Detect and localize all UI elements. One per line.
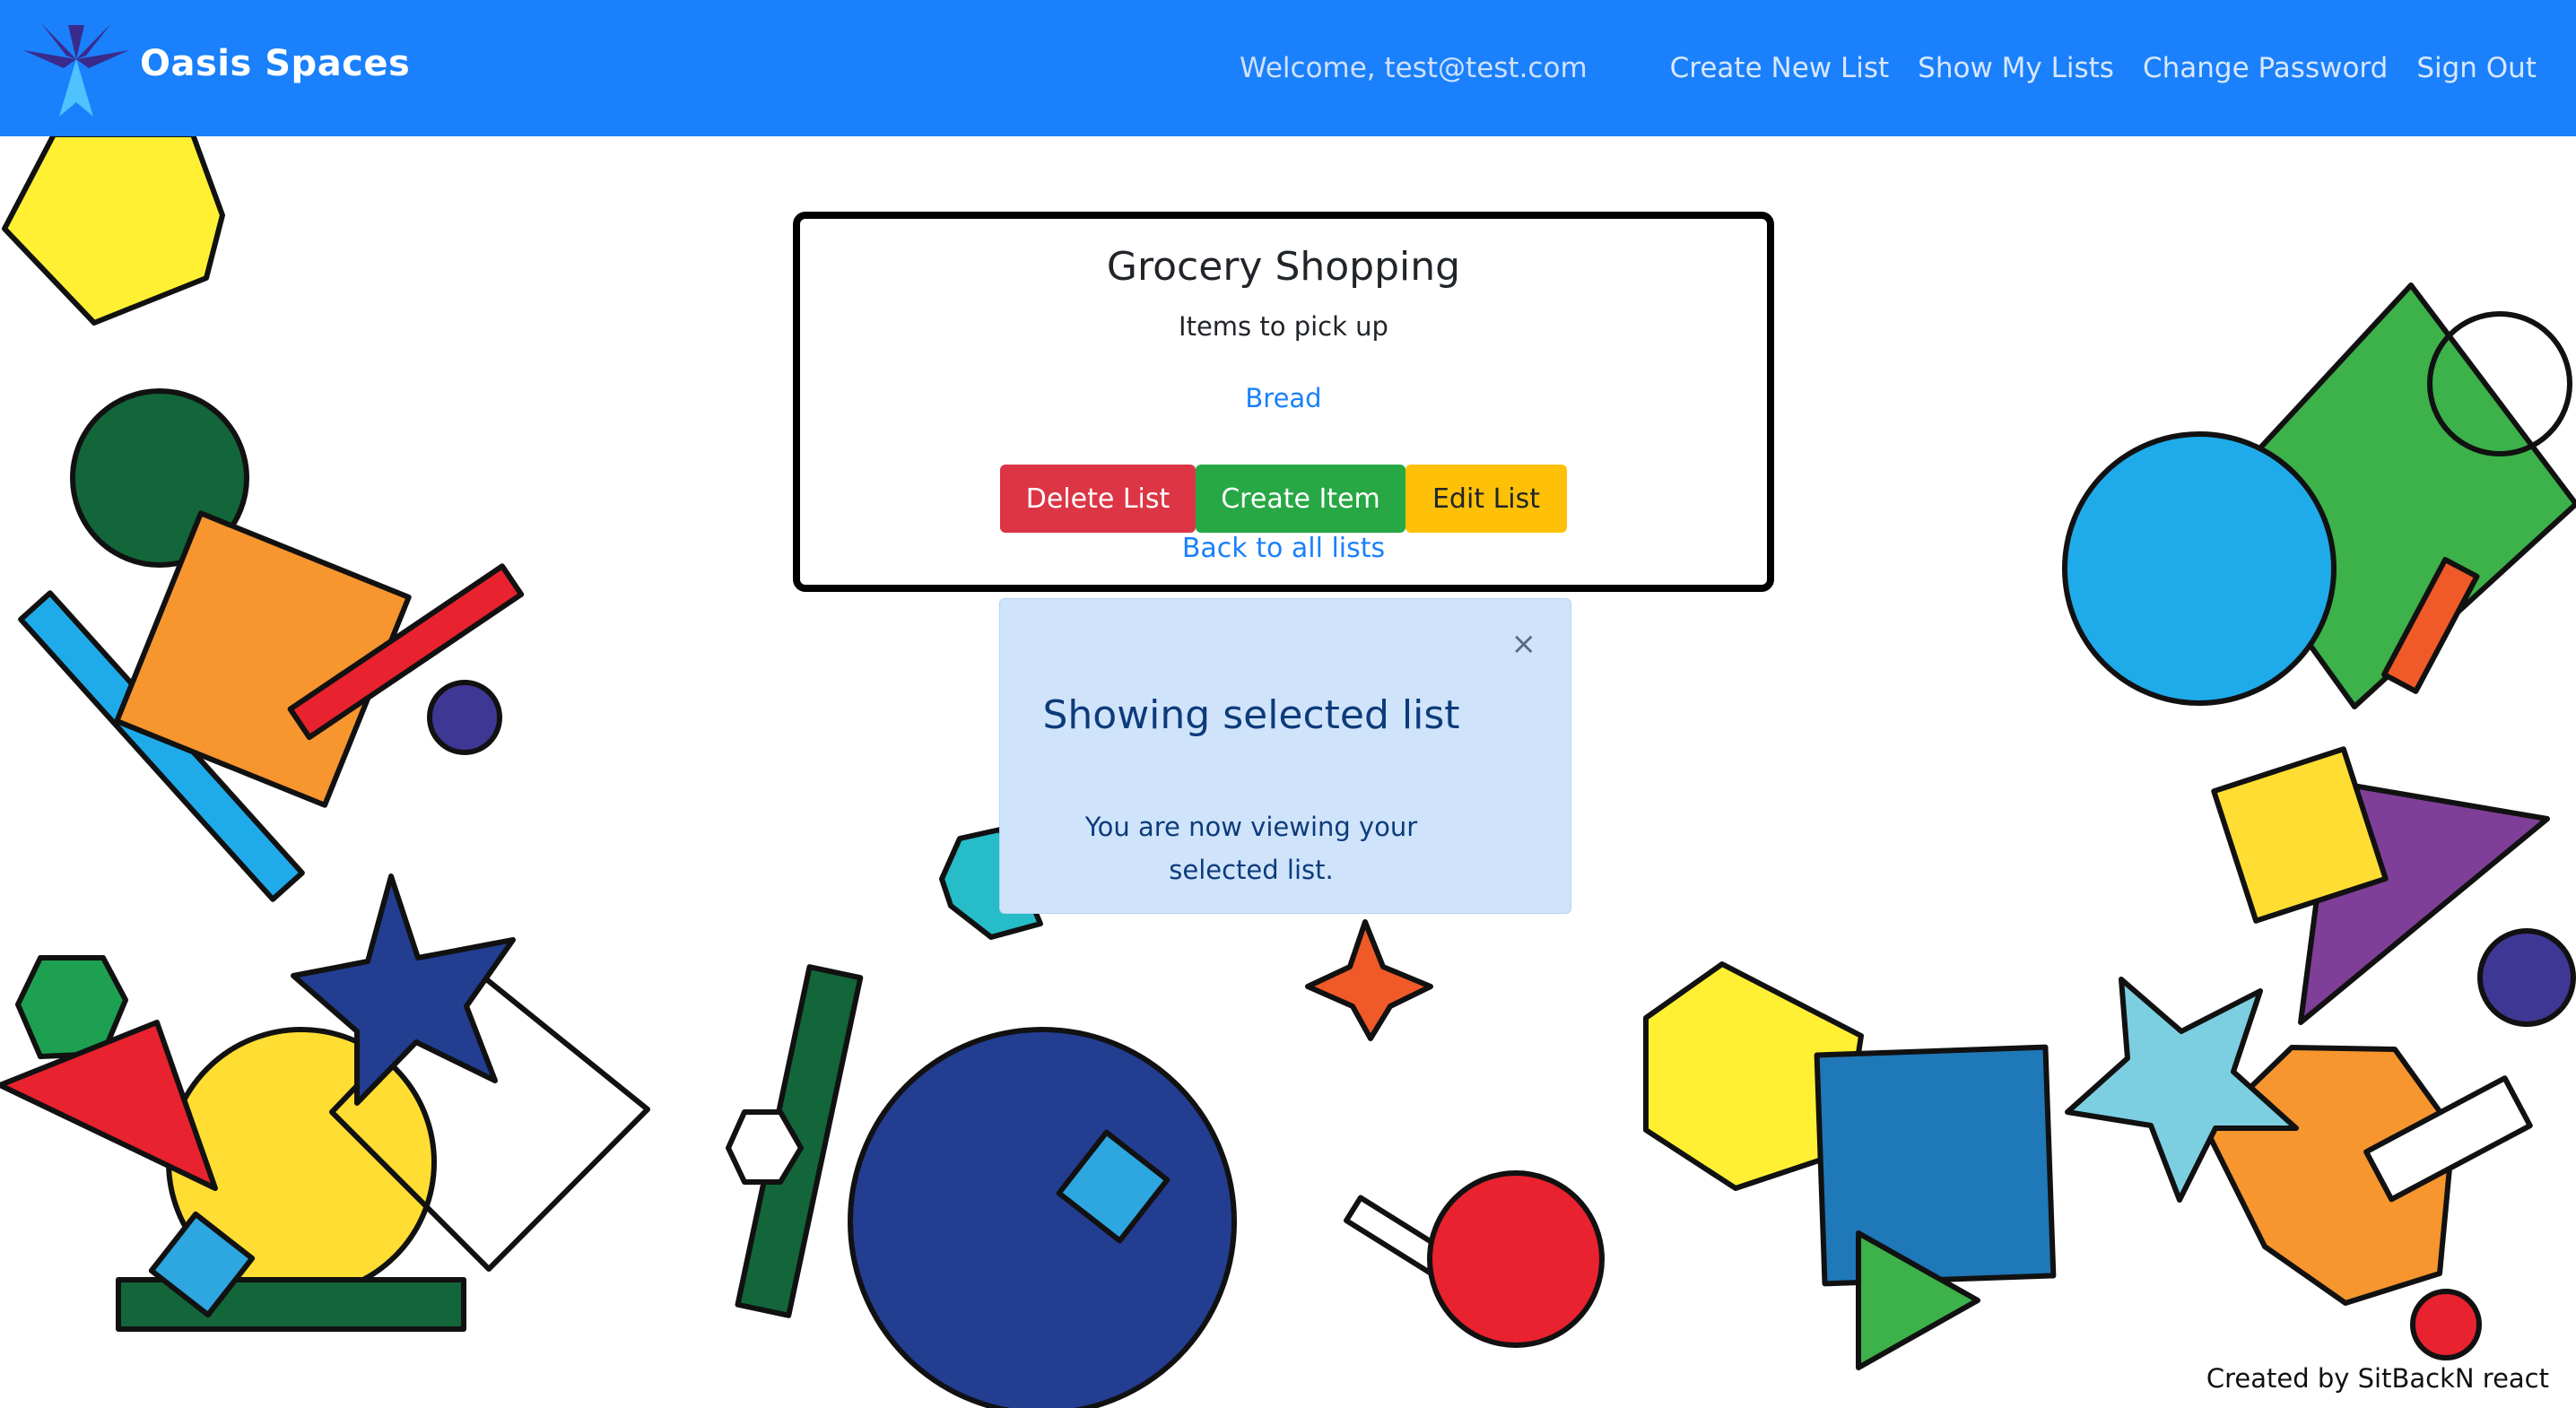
bg-hexagon (2, 132, 225, 326)
list-card: Grocery Shopping Items to pick up Bread … (793, 212, 1774, 592)
bg-triangle (0, 1020, 218, 1191)
back-to-all-lists-link[interactable]: Back to all lists (800, 533, 1767, 564)
list-action-buttons: Delete List Create Item Edit List (800, 465, 1767, 533)
brand-name[interactable]: Oasis Spaces (140, 43, 410, 84)
toast-message: You are now viewing your selected list. (1084, 812, 1418, 885)
bg-star (1305, 919, 1433, 1041)
nav-create-new-list[interactable]: Create New List (1670, 52, 1890, 84)
footer-credit: Created by SitBackN react (2206, 1363, 2549, 1394)
bg-circle (2062, 431, 2337, 706)
welcome-text: Welcome, test@test.com (1240, 52, 1588, 84)
list-subtitle: Items to pick up (1179, 311, 1388, 342)
top-navbar: Oasis Spaces Welcome, test@test.com Crea… (0, 0, 2576, 136)
list-item-link[interactable]: Bread (1245, 383, 1321, 413)
nav-show-my-lists[interactable]: Show My Lists (1918, 52, 2114, 84)
bg-circle (2410, 1289, 2482, 1360)
palm-tree-logo-icon[interactable] (23, 23, 129, 117)
bg-big-circle (848, 1027, 1237, 1408)
list-title: Grocery Shopping (1106, 244, 1461, 290)
nav-sign-out[interactable]: Sign Out (2416, 52, 2537, 84)
close-icon[interactable]: × (1511, 626, 1537, 662)
toast-heading: Showing selected list (1042, 692, 1460, 738)
delete-list-button[interactable]: Delete List (1000, 465, 1196, 533)
notification-toast: × Showing selected list You are now view… (999, 598, 1571, 914)
edit-list-button[interactable]: Edit List (1405, 465, 1567, 533)
nav-links: Create New List Show My Lists Change Pas… (1670, 52, 2537, 84)
bg-circle (1427, 1170, 1605, 1348)
bg-circle (427, 680, 502, 755)
bg-blue-square (1814, 1044, 2057, 1287)
bg-circle (2477, 928, 2576, 1027)
nav-change-password[interactable]: Change Password (2143, 52, 2388, 84)
create-item-button[interactable]: Create Item (1196, 465, 1405, 533)
